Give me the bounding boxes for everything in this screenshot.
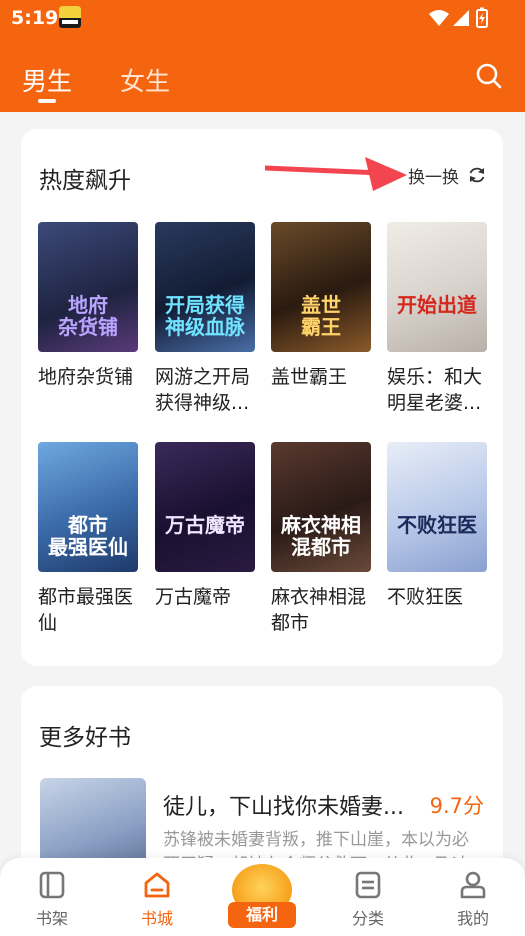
nav-label-welfare: 福利 xyxy=(228,902,296,928)
book-item[interactable]: 盖世 霸王 盖世霸王 xyxy=(271,222,371,390)
refresh-label: 换一换 xyxy=(408,167,459,188)
nav-item-category[interactable]: 分类 xyxy=(328,858,408,936)
book-cover: 盖世 霸王 xyxy=(271,222,371,352)
refresh-icon xyxy=(469,167,485,183)
arrow-annotation xyxy=(265,157,407,191)
profile-icon xyxy=(460,871,486,899)
book-title: 万古魔帝 xyxy=(155,586,232,608)
featured-book-title[interactable]: 徒儿，下山找你未婚妻... xyxy=(163,789,404,821)
app-notification-icon xyxy=(59,6,81,28)
hot-rising-card: 热度飙升 换一换 地府 杂货铺 地府杂货铺 开局获得 神级血脉 网游之开局获得神… xyxy=(21,129,503,666)
book-cover: 开局获得 神级血脉 xyxy=(155,222,255,352)
section-title-more: 更多好书 xyxy=(39,725,131,751)
nav-item-mine[interactable]: 我的 xyxy=(433,858,513,936)
book-title: 麻衣神相混都市 xyxy=(271,586,367,634)
tab-female[interactable]: 女生 xyxy=(120,62,170,98)
tab-male[interactable]: 男生 xyxy=(22,62,72,98)
book-cover: 麻衣神相 混都市 xyxy=(271,442,371,572)
book-item[interactable]: 开始出道 娱乐：和大明星老婆... xyxy=(387,222,487,416)
status-time: 5:19 xyxy=(11,7,59,29)
section-title-hot: 热度飙升 xyxy=(39,168,131,194)
book-title: 网游之开局获得神级... xyxy=(155,366,251,414)
refresh-button[interactable]: 换一换 xyxy=(408,163,487,188)
tab-indicator xyxy=(38,99,56,103)
bookstore-icon xyxy=(144,872,170,898)
header: 5:19 男生 女生 xyxy=(0,0,525,112)
category-icon xyxy=(355,871,381,899)
book-item[interactable]: 都市 最强医仙 都市最强医仙 xyxy=(38,442,138,636)
status-icons xyxy=(429,7,488,28)
nav-item-shelf[interactable]: 书架 xyxy=(12,858,92,936)
nav-label-store: 书城 xyxy=(140,909,173,928)
nav-label-shelf: 书架 xyxy=(35,909,68,928)
book-item[interactable]: 麻衣神相 混都市 麻衣神相混都市 xyxy=(271,442,371,636)
book-item[interactable]: 不败狂医 不败狂医 xyxy=(387,442,487,610)
book-item[interactable]: 开局获得 神级血脉 网游之开局获得神级... xyxy=(155,222,255,416)
nav-item-welfare[interactable]: 福利 xyxy=(222,860,302,936)
search-icon[interactable] xyxy=(475,62,503,90)
bookshelf-icon xyxy=(39,871,65,899)
book-item[interactable]: 万古魔帝 万古魔帝 xyxy=(155,442,255,610)
signal-icon xyxy=(453,10,469,26)
book-cover: 地府 杂货铺 xyxy=(38,222,138,352)
status-bar: 5:19 xyxy=(0,0,525,36)
featured-book-score: 9.7分 xyxy=(429,794,484,818)
nav-item-store[interactable]: 书城 xyxy=(117,858,197,936)
nav-label-category: 分类 xyxy=(351,909,384,928)
book-cover: 开始出道 xyxy=(387,222,487,352)
book-title: 地府杂货铺 xyxy=(38,366,134,388)
book-item[interactable]: 地府 杂货铺 地府杂货铺 xyxy=(38,222,138,390)
book-cover: 不败狂医 xyxy=(387,442,487,572)
book-title: 不败狂医 xyxy=(387,586,464,608)
nav-label-mine: 我的 xyxy=(456,909,489,928)
book-title: 娱乐：和大明星老婆... xyxy=(387,366,483,414)
book-cover: 万古魔帝 xyxy=(155,442,255,572)
book-title: 盖世霸王 xyxy=(271,366,348,388)
book-title: 都市最强医仙 xyxy=(38,586,134,634)
wifi-icon xyxy=(429,10,449,26)
book-cover: 都市 最强医仙 xyxy=(38,442,138,572)
